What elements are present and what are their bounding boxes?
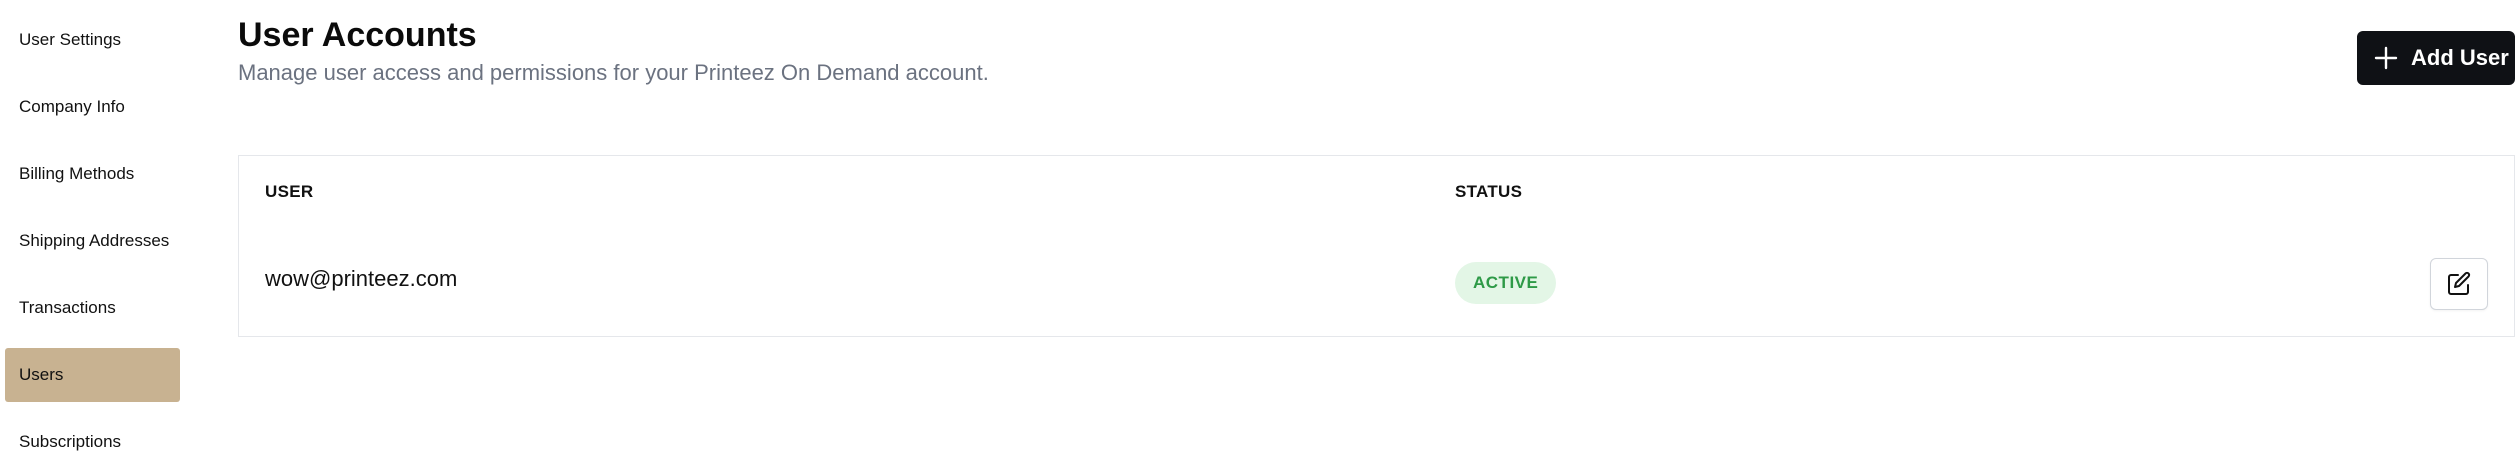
sidebar-item-label: Users bbox=[19, 365, 64, 384]
page-subtitle: Manage user access and permissions for y… bbox=[238, 60, 989, 85]
sidebar-item-label: Shipping Addresses bbox=[19, 231, 170, 250]
user-email: wow@printeez.com bbox=[265, 266, 458, 291]
user-accounts-table: USER STATUS wow@printeez.com ACTIVE bbox=[238, 155, 2515, 337]
sidebar-item-subscriptions[interactable]: Subscriptions bbox=[5, 415, 180, 469]
sidebar-item-label: Billing Methods bbox=[19, 164, 135, 183]
sidebar-item-label: User Settings bbox=[19, 30, 122, 49]
status-badge: ACTIVE bbox=[1455, 262, 1557, 304]
sidebar-item-users[interactable]: Users bbox=[5, 348, 180, 402]
sidebar-item-transactions[interactable]: Transactions bbox=[5, 281, 180, 335]
sidebar-item-shipping-addresses[interactable]: Shipping Addresses bbox=[5, 214, 180, 268]
sidebar-item-company-info[interactable]: Company Info bbox=[5, 80, 180, 134]
sidebar-item-user-settings[interactable]: User Settings bbox=[5, 13, 180, 67]
table-row: wow@printeez.com ACTIVE bbox=[239, 246, 2514, 316]
edit-user-button[interactable] bbox=[2430, 258, 2488, 310]
app-root: User Settings Company Info Billing Metho… bbox=[0, 0, 2518, 476]
column-header-status: STATUS bbox=[1455, 182, 1523, 201]
sidebar-item-billing-methods[interactable]: Billing Methods bbox=[5, 147, 180, 201]
sidebar-item-label: Company Info bbox=[19, 97, 125, 116]
add-user-button[interactable]: Add User bbox=[2357, 31, 2515, 85]
edit-icon bbox=[2445, 270, 2473, 298]
sidebar-item-label: Subscriptions bbox=[19, 432, 122, 451]
plus-icon bbox=[2373, 45, 2399, 71]
sidebar-item-label: Transactions bbox=[19, 298, 116, 317]
add-user-label: Add User bbox=[2411, 45, 2509, 70]
settings-sidebar: User Settings Company Info Billing Metho… bbox=[0, 0, 190, 476]
page-title: User Accounts bbox=[238, 16, 477, 54]
column-header-user: USER bbox=[265, 182, 314, 201]
